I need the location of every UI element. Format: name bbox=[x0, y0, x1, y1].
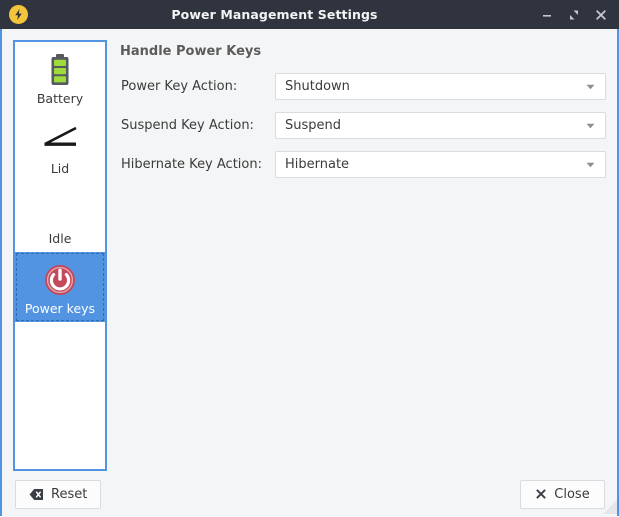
suspend-key-action-label: Suspend Key Action: bbox=[121, 118, 254, 133]
power-management-window: Power Management Settings Battery Lid Id… bbox=[0, 0, 619, 517]
reset-button-label: Reset bbox=[51, 486, 88, 502]
minimize-icon[interactable] bbox=[540, 8, 554, 22]
window-body: Battery Lid Idle Power keys Handle Power… bbox=[2, 29, 617, 471]
sidebar-item-lid[interactable]: Lid bbox=[15, 112, 105, 182]
settings-category-list[interactable]: Battery Lid Idle Power keys bbox=[13, 40, 107, 471]
sidebar-item-battery[interactable]: Battery bbox=[15, 42, 105, 112]
power-button-icon bbox=[43, 262, 77, 298]
close-button-label: Close bbox=[554, 486, 590, 502]
chevron-down-icon bbox=[583, 81, 597, 92]
maximize-icon[interactable] bbox=[567, 8, 581, 22]
backspace-icon bbox=[29, 488, 44, 501]
chevron-down-icon bbox=[583, 120, 597, 131]
hibernate-key-action-select[interactable]: Hibernate bbox=[275, 151, 606, 178]
sidebar-item-label: Idle bbox=[48, 231, 72, 246]
chevron-down-icon bbox=[583, 159, 597, 170]
power-key-action-value: Shutdown bbox=[285, 79, 350, 94]
window-title: Power Management Settings bbox=[171, 7, 378, 22]
settings-content-panel: Handle Power Keys Power Key Action: Shut… bbox=[107, 40, 606, 471]
battery-icon bbox=[47, 52, 73, 88]
sidebar-item-idle[interactable]: Idle bbox=[15, 182, 105, 252]
reset-button[interactable]: Reset bbox=[15, 479, 102, 509]
sidebar-item-label: Power keys bbox=[24, 301, 96, 316]
section-title: Handle Power Keys bbox=[120, 44, 262, 59]
hibernate-key-action-row: Hibernate Key Action: Hibernate bbox=[118, 151, 606, 178]
power-key-action-row: Power Key Action: Shutdown bbox=[118, 73, 606, 100]
hibernate-key-action-label: Hibernate Key Action: bbox=[121, 157, 262, 172]
laptop-lid-icon bbox=[38, 122, 82, 158]
sidebar-item-label: Battery bbox=[36, 91, 84, 106]
sidebar-item-power-keys[interactable]: Power keys bbox=[15, 252, 105, 322]
hibernate-key-action-value: Hibernate bbox=[285, 157, 350, 172]
window-controls bbox=[540, 8, 611, 22]
sidebar-item-label: Lid bbox=[50, 161, 70, 176]
suspend-key-action-value: Suspend bbox=[285, 118, 342, 133]
suspend-key-action-select[interactable]: Suspend bbox=[275, 112, 606, 139]
power-key-action-select[interactable]: Shutdown bbox=[275, 73, 606, 100]
close-icon[interactable] bbox=[594, 8, 608, 22]
dialog-action-bar: Reset Close bbox=[2, 471, 617, 517]
x-icon bbox=[535, 488, 547, 500]
power-key-action-label: Power Key Action: bbox=[121, 79, 238, 94]
close-button[interactable]: Close bbox=[520, 479, 605, 509]
titlebar[interactable]: Power Management Settings bbox=[0, 0, 619, 29]
suspend-key-action-row: Suspend Key Action: Suspend bbox=[118, 112, 606, 139]
